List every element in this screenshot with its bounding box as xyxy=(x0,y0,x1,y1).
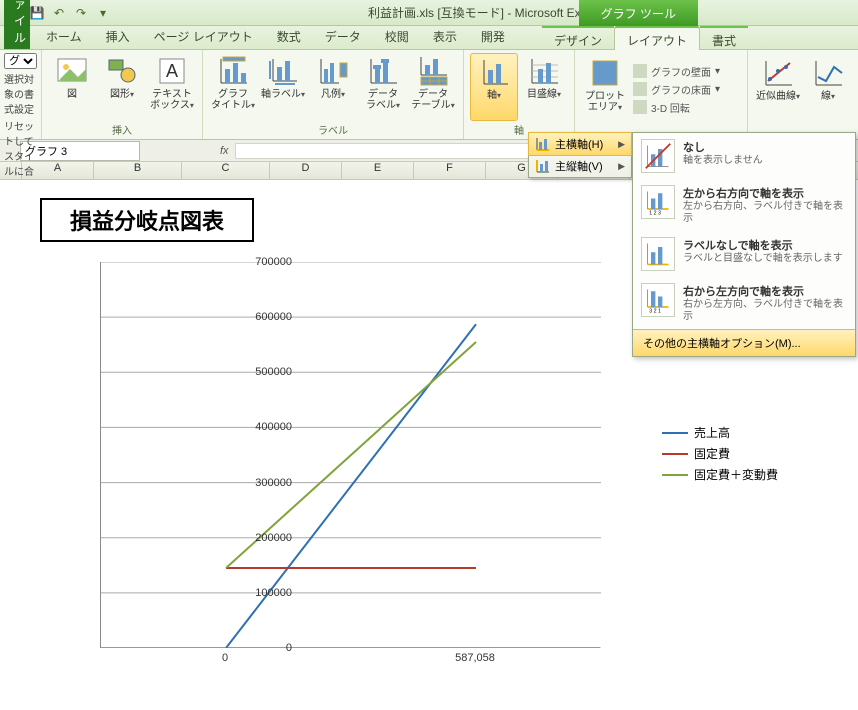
window-title: 利益計画.xls [互換モード] - Microsoft Excel xyxy=(112,4,852,21)
insert-shapes-button[interactable]: 図形 xyxy=(98,53,146,121)
chart-element-selector[interactable]: グラフ エリア xyxy=(4,53,37,69)
chart-title-button[interactable]: グラフ タイトル xyxy=(209,53,257,121)
axis-none-icon xyxy=(641,139,675,173)
axis-titles-button[interactable]: 軸ラベル xyxy=(259,53,307,121)
more-axis-options[interactable]: その他の主横軸オプション(M)... xyxy=(633,329,855,356)
y-tick-label: 500000 xyxy=(255,366,292,378)
vaxis-icon xyxy=(535,158,551,174)
insert-picture-button[interactable]: 図 xyxy=(48,53,96,121)
primary-vertical-axis-item[interactable]: 主縦軸(V)▶ xyxy=(529,155,631,177)
tab-insert[interactable]: 挿入 xyxy=(94,24,142,49)
ribbon-group-analysis: 近似曲線 線 xyxy=(748,50,858,139)
ribbon-group-axes: 軸 目盛線 軸 xyxy=(464,50,575,139)
y-tick-label: 100000 xyxy=(255,587,292,599)
axis-option-none[interactable]: なし軸を表示しません xyxy=(633,133,855,179)
undo-icon[interactable]: ↶ xyxy=(50,4,68,22)
y-tick-label: 300000 xyxy=(255,477,292,489)
y-tick-label: 400000 xyxy=(255,421,292,433)
chart-title-box: 損益分岐点図表 xyxy=(40,198,254,242)
svg-text:A: A xyxy=(166,61,178,81)
ribbon-group-background: プロット エリア グラフの壁面 ▾ グラフの床面 ▾ 3-D 回転 xyxy=(575,50,748,139)
chart-legend[interactable]: 売上高 固定費 固定費＋変動費 xyxy=(662,420,778,487)
tab-view[interactable]: 表示 xyxy=(421,24,469,49)
lines-button[interactable]: 線 xyxy=(804,55,852,123)
tab-developer[interactable]: 開発 xyxy=(469,24,517,49)
tab-chart-format[interactable]: 書式 xyxy=(700,26,748,50)
wall-icon xyxy=(633,64,647,78)
rotation-icon xyxy=(633,100,647,114)
axis-option-rtl[interactable]: 3 2 1 右から左方向で軸を表示右から左方向、ラベル付きで軸を表示 xyxy=(633,277,855,329)
primary-horizontal-axis-item[interactable]: 主横軸(H)▶ xyxy=(528,132,632,156)
redo-icon[interactable]: ↷ xyxy=(72,4,90,22)
file-tab[interactable]: ファイル xyxy=(4,0,30,49)
y-tick-label: 200000 xyxy=(255,532,292,544)
fx-icon[interactable]: fx xyxy=(220,145,229,157)
plot-area-button[interactable]: プロット エリア xyxy=(581,55,629,123)
group-label-insert: 挿入 xyxy=(48,122,196,137)
qat-customize-icon[interactable]: ▾ xyxy=(94,4,112,22)
legend-item-1: 売上高 xyxy=(662,424,778,441)
col-D[interactable]: D xyxy=(270,162,342,179)
plot-area[interactable] xyxy=(100,262,600,648)
chart-wall-button[interactable]: グラフの壁面 ▾ xyxy=(631,63,741,80)
tab-pagelayout[interactable]: ページ レイアウト xyxy=(142,24,265,49)
ribbon-group-selection: グラフ エリア 選択対象の書式設定 リセットしてスタイルに合わせる 現在の選択範… xyxy=(0,50,42,139)
y-tick-label: 700000 xyxy=(255,256,292,268)
ribbon: グラフ エリア 選択対象の書式設定 リセットしてスタイルに合わせる 現在の選択範… xyxy=(0,50,858,140)
axes-button[interactable]: 軸 xyxy=(470,53,518,121)
svg-text:1 2 3: 1 2 3 xyxy=(649,210,661,216)
axis-nolabel-icon xyxy=(641,237,675,271)
tab-chart-design[interactable]: デザイン xyxy=(542,26,614,50)
ribbon-group-labels: グラフ タイトル 軸ラベル 凡例 データ ラベル データ テーブル ラベル xyxy=(203,50,464,139)
legend-button[interactable]: 凡例 xyxy=(309,53,357,121)
legend-item-2: 固定費 xyxy=(662,445,778,462)
svg-text:3 2 1: 3 2 1 xyxy=(649,308,661,314)
group-label-labels: ラベル xyxy=(209,122,457,137)
ribbon-tabstrip: ファイル ホーム 挿入 ページ レイアウト 数式 データ 校閲 表示 開発 デザ… xyxy=(0,26,858,50)
chevron-right-icon: ▶ xyxy=(618,161,625,172)
save-icon[interactable]: 💾 xyxy=(28,4,46,22)
tab-review[interactable]: 校閲 xyxy=(373,24,421,49)
tab-formulas[interactable]: 数式 xyxy=(265,24,313,49)
gridlines-button[interactable]: 目盛線 xyxy=(520,53,568,121)
chevron-right-icon: ▶ xyxy=(618,139,625,150)
insert-textbox-button[interactable]: Aテキスト ボックス xyxy=(148,53,196,121)
x-tick-label: 587,058 xyxy=(455,652,495,664)
trendline-button[interactable]: 近似曲線 xyxy=(754,55,802,123)
tab-chart-layout[interactable]: レイアウト xyxy=(614,26,700,50)
legend-item-3: 固定費＋変動費 xyxy=(662,466,778,483)
format-selection-button[interactable]: 選択対象の書式設定 xyxy=(4,71,37,116)
haxis-icon xyxy=(535,136,551,152)
horizontal-axis-options-menu: なし軸を表示しません 1 2 3 左から右方向で軸を表示左から右方向、ラベル付き… xyxy=(632,132,856,357)
name-box[interactable]: グラフ 3 xyxy=(20,141,140,161)
x-tick-label: 0 xyxy=(222,652,228,664)
axes-submenu: 主横軸(H)▶ 主縦軸(V)▶ xyxy=(528,132,632,178)
col-C[interactable]: C xyxy=(182,162,270,179)
floor-icon xyxy=(633,82,647,96)
axis-option-nolabel[interactable]: ラベルなしで軸を表示ラベルと目盛なしで軸を表示します xyxy=(633,231,855,277)
axis-option-ltr[interactable]: 1 2 3 左から右方向で軸を表示左から右方向、ラベル付きで軸を表示 xyxy=(633,179,855,231)
rotation-3d-button[interactable]: 3-D 回転 xyxy=(631,99,741,116)
tab-data[interactable]: データ xyxy=(313,24,373,49)
data-table-button[interactable]: データ テーブル xyxy=(409,53,457,121)
data-labels-button[interactable]: データ ラベル xyxy=(359,53,407,121)
col-E[interactable]: E xyxy=(342,162,414,179)
col-B[interactable]: B xyxy=(94,162,182,179)
contextual-tab-header: グラフ ツール xyxy=(579,0,698,26)
y-tick-label: 600000 xyxy=(255,311,292,323)
tab-home[interactable]: ホーム xyxy=(34,24,94,49)
axis-rtl-icon: 3 2 1 xyxy=(641,283,675,317)
col-F[interactable]: F xyxy=(414,162,486,179)
chart-floor-button[interactable]: グラフの床面 ▾ xyxy=(631,81,741,98)
y-tick-label: 0 xyxy=(286,642,292,654)
axis-ltr-icon: 1 2 3 xyxy=(641,185,675,219)
title-bar: ▭ 💾 ↶ ↷ ▾ 利益計画.xls [互換モード] - Microsoft E… xyxy=(0,0,858,26)
ribbon-group-insert: 図 図形 Aテキスト ボックス 挿入 xyxy=(42,50,203,139)
